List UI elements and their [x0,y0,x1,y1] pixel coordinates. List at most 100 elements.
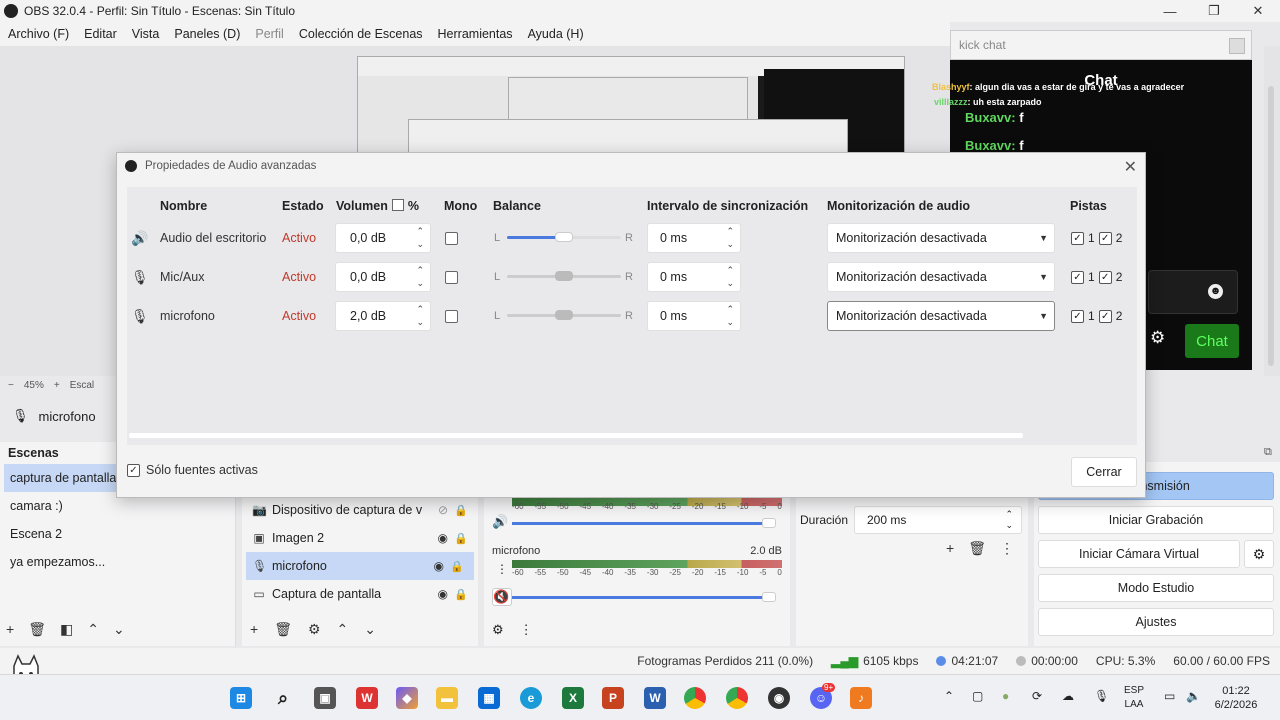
monitoring-dropdown[interactable]: Monitorización desactivada ▼ [827,262,1055,292]
zoom-out-icon[interactable]: − [8,380,14,391]
close-icon[interactable]: ✕ [1124,157,1137,177]
track-checkbox[interactable]: ✓ [1098,231,1112,245]
chat-settings-gear-icon[interactable]: ⚙ [1150,328,1165,348]
mono-checkbox[interactable] [445,271,458,284]
studio-mode-button[interactable]: Modo Estudio [1038,574,1274,602]
volume-spinbox[interactable]: 0,0 dB ⌃ ⌄ [335,223,431,253]
spinner-icon[interactable]: ⌃ ⌄ [1005,509,1013,531]
hidden-eye-icon[interactable]: ⊘ [438,503,448,517]
source-item[interactable]: ▣ Imagen 2 ◉ 🔒 [242,524,478,552]
track-checkbox[interactable]: ✓ [1071,231,1084,245]
wps-icon[interactable]: W [356,687,378,709]
track-checkbox[interactable]: ✓ [1098,270,1112,284]
settings-button[interactable]: Ajustes [1038,608,1274,636]
preview-scrollbar[interactable] [1264,46,1280,376]
chrome-icon[interactable] [684,687,706,709]
network-icon[interactable]: ▭ [1164,689,1175,703]
copilot-icon[interactable]: ◆ [396,687,418,709]
balance-slider-handle[interactable] [555,310,573,320]
source-item[interactable]: ▭ Captura de pantalla ◉ 🔒 [242,580,478,608]
horizontal-scrollbar[interactable] [129,433,1023,438]
word-icon[interactable]: W [644,687,666,709]
close-dialog-button[interactable]: Cerrar [1071,457,1137,487]
clock[interactable]: 01:22 6/2/2026 [1206,684,1266,712]
source-properties-gear-icon[interactable]: ⚙ [308,621,321,638]
filter-icon[interactable]: ◧ [60,621,73,638]
cloud-icon[interactable]: ☁ [1062,689,1074,703]
menu-vista[interactable]: Vista [132,27,160,41]
spinner-arrows-icon[interactable]: ⌃ ⌄ [726,225,734,251]
kick-chat-box-icon[interactable] [1229,38,1245,54]
menu-perfil[interactable]: Perfil [255,27,283,41]
volume-spinbox[interactable]: 2,0 dB ⌃ ⌄ [335,301,431,331]
maximize-button[interactable]: ❐ [1192,0,1236,22]
microphone-icon[interactable]: 🎙 [1094,689,1109,703]
minimize-button[interactable]: — [1148,0,1192,22]
lock-icon[interactable]: 🔒 [454,532,468,545]
move-down-icon[interactable]: ⌄ [113,621,125,638]
volume-slider[interactable] [512,522,762,525]
volume-icon[interactable]: 🔈 [1186,689,1201,703]
spinner-arrows-icon[interactable]: ⌃ ⌄ [726,303,734,329]
start-virtual-camera-button[interactable]: Iniciar Cámara Virtual [1038,540,1240,568]
source-item[interactable]: 🎙 microfono ◉ 🔒 [246,552,474,580]
eye-icon[interactable]: ◉ [438,531,448,545]
windows-start-icon[interactable]: ⊞ [230,687,252,709]
volume-slider[interactable] [512,596,762,599]
balance-slider-handle[interactable] [555,232,573,242]
add-source-icon[interactable]: + [250,621,258,638]
monitoring-dropdown[interactable]: Monitorización desactivada ▼ [827,223,1055,253]
zoom-in-icon[interactable]: + [54,380,60,391]
menu-editar[interactable]: Editar [84,27,117,41]
mono-checkbox[interactable] [445,310,458,323]
chevron-up-icon[interactable]: ⌃ [944,689,954,703]
only-active-sources-checkbox[interactable]: ✓ Sólo fuentes activas [127,463,258,477]
menu-herramientas[interactable]: Herramientas [438,27,513,41]
excel-icon[interactable]: X [562,687,584,709]
menu-paneles[interactable]: Paneles (D) [174,27,240,41]
kebab-menu-icon[interactable]: ⋮ [496,562,508,576]
lock-icon[interactable]: 🔒 [454,588,468,601]
sync-offset-spinbox[interactable]: 0 ms ⌃ ⌄ [647,262,741,292]
lock-icon[interactable]: 🔒 [450,560,464,573]
remove-scene-icon[interactable]: 🗑 [28,621,46,638]
start-recording-button[interactable]: Iniciar Grabación [1038,506,1274,534]
tray-app-icon[interactable]: ● [1002,689,1009,703]
search-icon[interactable]: ⌕ [272,687,294,709]
lock-icon[interactable]: 🔒 [454,504,468,517]
volume-slider-handle[interactable] [762,518,776,528]
menu-coleccion[interactable]: Colección de Escenas [299,27,423,41]
tray-app-icon[interactable]: ▢ [972,689,983,703]
fl-studio-icon[interactable]: ♪ [850,687,872,709]
spinner-arrows-icon[interactable]: ⌃ ⌄ [416,303,424,329]
percent-checkbox[interactable] [391,199,404,211]
eye-icon[interactable]: ◉ [438,587,448,601]
edge-icon[interactable]: e [520,687,542,709]
move-down-icon[interactable]: ⌄ [364,621,376,638]
scene-item[interactable]: Escena 2 [0,520,235,548]
checkbox-checked-icon[interactable]: ✓ [127,463,140,477]
menu-archivo[interactable]: Archivo (F) [8,27,69,41]
monitoring-dropdown[interactable]: Monitorización desactivada ▼ [827,301,1055,331]
track-checkbox[interactable]: ✓ [1098,309,1112,323]
duration-input[interactable]: 200 ms ⌃ ⌄ [854,506,1022,534]
task-view-icon[interactable]: ▣ [314,687,336,709]
obs-taskbar-icon[interactable]: ◉ [768,687,790,709]
chat-message-input[interactable] [1148,270,1238,314]
move-up-icon[interactable]: ⌃ [337,621,349,638]
remove-transition-icon[interactable]: 🗑 [968,540,986,557]
advanced-audio-gear-icon[interactable]: ⚙ [492,622,504,638]
add-scene-icon[interactable]: + [6,621,14,638]
powerpoint-icon[interactable]: P [602,687,624,709]
chrome-profile-icon[interactable] [726,687,748,709]
volume-spinbox[interactable]: 0,0 dB ⌃ ⌄ [335,262,431,292]
speaker-icon[interactable]: 🔊 [492,514,512,532]
add-transition-icon[interactable]: + [946,540,954,557]
sync-icon[interactable]: ⟳ [1032,689,1042,703]
sync-offset-spinbox[interactable]: 0 ms ⌃ ⌄ [647,301,741,331]
language-indicator[interactable]: ESP LAA [1124,684,1144,712]
mono-checkbox[interactable] [445,232,458,245]
sync-offset-spinbox[interactable]: 0 ms ⌃ ⌄ [647,223,741,253]
spinner-arrows-icon[interactable]: ⌃ ⌄ [416,225,424,251]
remove-source-icon[interactable]: 🗑 [274,621,292,638]
